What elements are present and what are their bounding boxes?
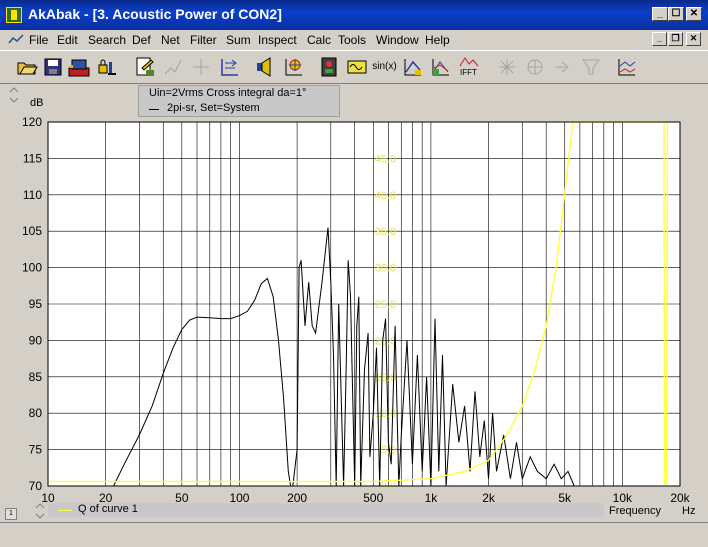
y-tick-label: 115 [23,151,42,165]
q-axis-label: 45.0 [375,153,396,165]
y-tick-label: 80 [29,406,43,420]
scroll-up-icon[interactable] [9,87,19,93]
y-tick-label: 110 [23,188,42,202]
x-axis-caption: Frequency [609,505,661,517]
y-tick-label: 120 [22,115,42,129]
x-tick-label: 10k [613,491,633,505]
q-axis-label: 20.0 [375,335,396,347]
legend-swatch [149,109,159,110]
q-axis-label: 35.0 [375,226,396,238]
q-axis-label: 25.0 [375,299,396,311]
q-axis-label: 15.0 [375,372,396,384]
q-series-label: Q of curve 1 [78,503,138,515]
legend-line-2: 2pi-sr, Set=System [167,102,260,114]
y-tick-label: 100 [22,261,42,275]
legend-line-1: Uin=2Vrms Cross integral da=1° [149,87,307,99]
spl-chart[interactable]: 45.040.035.030.025.020.015.010.05.00.0 1… [0,0,708,547]
x-unit-label: Hz [682,505,695,517]
y-axis-ticks: 120 115 110 105 100 95 90 85 80 75 70 [22,115,42,493]
q-axis-label: 40.0 [375,190,396,202]
y-tick-label: 75 [29,443,43,457]
series-scroll-down-icon[interactable] [35,513,45,519]
scroll-down-icon[interactable] [9,97,19,103]
legend-box: Uin=2Vrms Cross integral da=1° 2pi-sr, S… [138,85,340,117]
y-tick-label: 105 [22,224,42,238]
q-axis-label: 30.0 [375,263,396,275]
y-tick-label: 70 [29,479,43,493]
q-series-swatch [58,510,72,511]
series-bar: Q of curve 1 [48,503,604,517]
y-tick-label: 95 [29,297,43,311]
y-unit-label: dB [30,97,43,109]
x-tick-label: 20k [670,491,690,505]
y-tick-label: 85 [29,370,43,384]
y-tick-label: 90 [29,333,43,347]
status-bar [0,522,708,546]
page-indicator[interactable]: 1 [5,508,17,520]
